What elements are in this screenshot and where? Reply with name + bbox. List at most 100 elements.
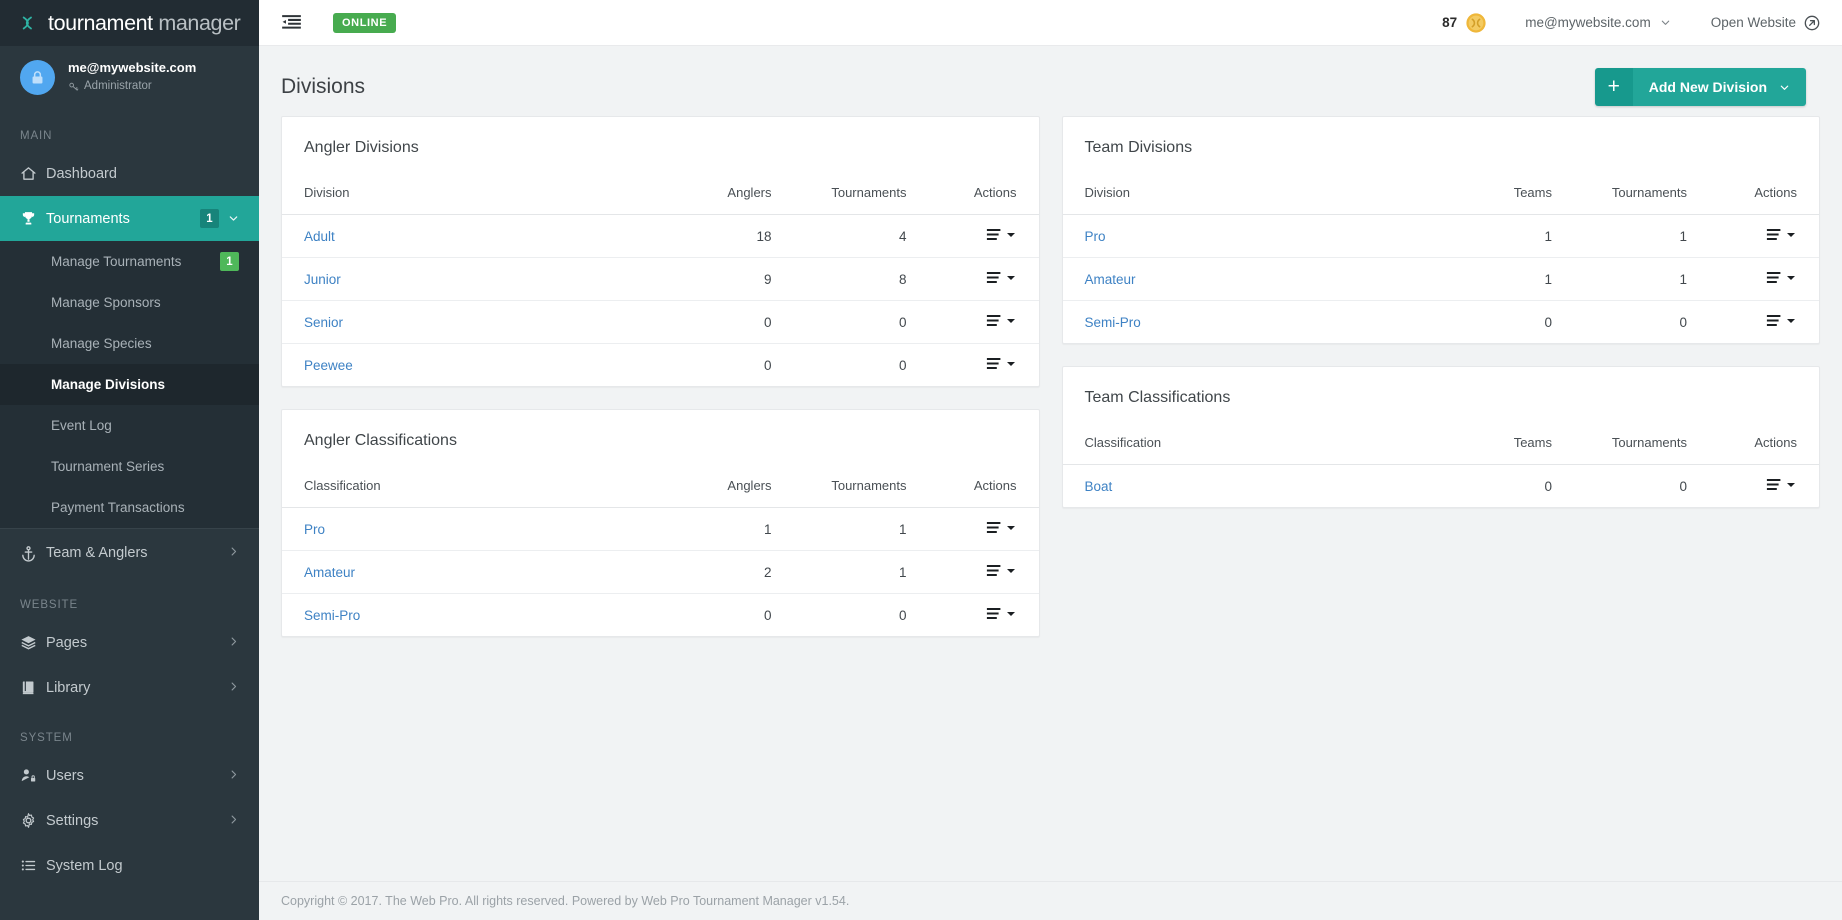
actions-menu-icon[interactable]	[986, 607, 1015, 620]
sidebar-item-system-log[interactable]: System Log	[0, 843, 259, 888]
column-header: Tournaments	[1574, 177, 1709, 215]
chevron-down-icon	[1779, 82, 1790, 93]
row-link[interactable]: Pro	[1085, 229, 1106, 244]
row-tournaments-cell: 1	[1574, 258, 1709, 301]
add-new-division-button[interactable]: + Add New Division	[1595, 68, 1806, 106]
sidebar-item-label: Pages	[46, 635, 228, 651]
sidebar-subitem-payment-transactions[interactable]: Payment Transactions	[0, 487, 259, 528]
row-link[interactable]: Peewee	[304, 358, 353, 373]
actions-menu-icon[interactable]	[986, 228, 1015, 241]
avatar	[20, 60, 55, 95]
column-header: Teams	[1439, 177, 1574, 215]
row-link[interactable]: Amateur	[1085, 272, 1136, 287]
sidebar-subitem-manage-tournaments[interactable]: Manage Tournaments 1	[0, 241, 259, 282]
row-link[interactable]: Senior	[304, 315, 343, 330]
sidebar-item-settings[interactable]: Settings	[0, 798, 259, 843]
row-tournaments-cell: 0	[794, 344, 929, 387]
brand-name-bold: tournament	[48, 11, 153, 35]
sidebar-subitem-tournament-series[interactable]: Tournament Series	[0, 446, 259, 487]
table-row: Peewee 0 0	[282, 344, 1039, 387]
sidebar-item-library[interactable]: Library	[0, 665, 259, 710]
row-name-cell: Pro	[282, 508, 659, 551]
column-header: Classification	[282, 470, 659, 508]
sidebar-item-dashboard[interactable]: Dashboard	[0, 151, 259, 196]
row-tournaments-cell: 1	[1574, 215, 1709, 258]
actions-menu-icon[interactable]	[1766, 478, 1795, 491]
table-header-row: Classification Anglers Tournaments Actio…	[282, 470, 1039, 508]
sidebar-item-label: System Log	[46, 858, 239, 874]
collapse-sidebar-icon[interactable]	[281, 14, 303, 32]
row-actions-cell	[929, 508, 1039, 551]
add-new-division-label-wrap: Add New Division	[1633, 68, 1806, 106]
actions-menu-icon[interactable]	[986, 271, 1015, 284]
row-count-cell: 1	[1439, 215, 1574, 258]
profile-block[interactable]: me@mywebsite.com Administrator	[0, 46, 259, 108]
row-tournaments-cell: 4	[794, 215, 929, 258]
row-count-cell: 0	[659, 301, 794, 344]
actions-menu-icon[interactable]	[986, 357, 1015, 370]
gold-coin-icon	[1465, 12, 1487, 34]
actions-menu-icon[interactable]	[1766, 314, 1795, 327]
sidebar-subitem-label: Manage Species	[51, 336, 239, 351]
open-website-link[interactable]: Open Website	[1711, 15, 1820, 31]
sidebar-subitem-manage-sponsors[interactable]: Manage Sponsors	[0, 282, 259, 323]
sidebar-item-tournaments[interactable]: Tournaments 1	[0, 196, 259, 241]
sidebar-subitem-event-log[interactable]: Event Log	[0, 405, 259, 446]
actions-menu-icon[interactable]	[1766, 271, 1795, 284]
actions-menu-icon[interactable]	[1766, 228, 1795, 241]
row-link[interactable]: Boat	[1085, 479, 1113, 494]
row-count-cell: 0	[1439, 465, 1574, 508]
row-actions-cell	[1709, 215, 1819, 258]
row-link[interactable]: Amateur	[304, 565, 355, 580]
sidebar-subitem-label: Manage Sponsors	[51, 295, 239, 310]
row-actions-cell	[929, 301, 1039, 344]
layers-icon	[20, 634, 46, 651]
sidebar-subitem-manage-species[interactable]: Manage Species	[0, 323, 259, 364]
fish-tail-logo-icon	[20, 12, 42, 34]
sidebar-item-users[interactable]: Users	[0, 753, 259, 798]
row-actions-cell	[929, 551, 1039, 594]
chevron-down-icon	[1660, 17, 1671, 28]
row-tournaments-cell: 0	[794, 301, 929, 344]
card-angler-classifications: Angler Classifications Classification An…	[281, 409, 1040, 637]
chevron-right-icon	[228, 681, 239, 695]
home-icon	[20, 165, 46, 182]
column-header: Tournaments	[794, 177, 929, 215]
sidebar-item-team-anglers[interactable]: Team & Anglers	[0, 529, 259, 577]
brand-name: tournament manager	[48, 11, 240, 36]
sidebar-subitem-manage-divisions[interactable]: Manage Divisions	[0, 364, 259, 405]
actions-menu-icon[interactable]	[986, 564, 1015, 577]
sidebar: tournament manager me@mywebsite.com Admi…	[0, 0, 259, 920]
actions-menu-icon[interactable]	[986, 521, 1015, 534]
column-header: Anglers	[659, 177, 794, 215]
row-count-cell: 0	[659, 344, 794, 387]
row-tournaments-cell: 0	[1574, 301, 1709, 344]
nav-section-system: SYSTEM	[0, 710, 259, 753]
brand-logo[interactable]: tournament manager	[0, 0, 259, 46]
column-header: Actions	[1709, 427, 1819, 465]
row-tournaments-cell: 8	[794, 258, 929, 301]
actions-menu-icon[interactable]	[986, 314, 1015, 327]
row-link[interactable]: Semi-Pro	[304, 608, 360, 623]
sidebar-badge-tournaments: 1	[200, 209, 219, 228]
angler-divisions-table: Division Anglers Tournaments Actions Adu…	[282, 177, 1039, 386]
row-link[interactable]: Junior	[304, 272, 341, 287]
row-link[interactable]: Pro	[304, 522, 325, 537]
card-team-divisions: Team Divisions Division Teams Tournament…	[1062, 116, 1821, 344]
tournaments-submenu: Manage Tournaments 1 Manage Sponsors Man…	[0, 241, 259, 528]
add-new-division-label: Add New Division	[1649, 79, 1767, 95]
chevron-right-icon	[228, 814, 239, 828]
row-link[interactable]: Semi-Pro	[1085, 315, 1141, 330]
row-name-cell: Junior	[282, 258, 659, 301]
account-label: me@mywebsite.com	[1525, 15, 1650, 30]
sidebar-item-label: Team & Anglers	[46, 545, 228, 561]
sidebar-subitem-label: Event Log	[51, 418, 239, 433]
credits-indicator[interactable]: 87	[1442, 12, 1487, 34]
sidebar-item-pages[interactable]: Pages	[0, 620, 259, 665]
external-link-icon	[1804, 15, 1820, 31]
row-actions-cell	[929, 594, 1039, 637]
card-title: Team Classifications	[1063, 367, 1820, 427]
row-link[interactable]: Adult	[304, 229, 335, 244]
account-menu[interactable]: me@mywebsite.com	[1525, 15, 1670, 30]
table-header-row: Classification Teams Tournaments Actions	[1063, 427, 1820, 465]
